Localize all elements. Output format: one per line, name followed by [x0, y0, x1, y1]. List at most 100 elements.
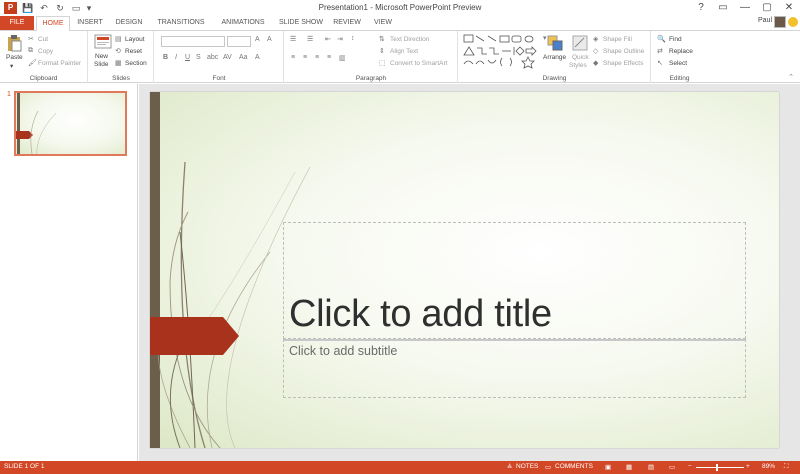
section-icon: ▦ [115, 60, 122, 67]
format-painter-button[interactable]: Format Painter [38, 60, 81, 67]
title-placeholder-text: Click to add title [289, 293, 552, 335]
tab-file[interactable]: FILE [0, 16, 34, 30]
arrange-icon[interactable] [547, 35, 563, 51]
tab-home[interactable]: HOME [36, 16, 70, 31]
select-button[interactable]: Select [669, 60, 687, 67]
convert-smartart-button[interactable]: Convert to SmartArt [390, 60, 447, 67]
align-left-icon[interactable]: ≡ [291, 54, 295, 61]
zoom-slider-thumb[interactable] [716, 464, 718, 471]
quick-styles-label-2[interactable]: Styles [569, 62, 587, 69]
tab-view[interactable]: VIEW [368, 16, 398, 30]
tab-review[interactable]: REVIEW [330, 16, 364, 30]
bold-icon[interactable]: B [163, 54, 168, 61]
new-slide-button[interactable]: New [95, 53, 108, 60]
underline-icon[interactable]: U [185, 54, 190, 61]
status-bar: SLIDE 1 OF 1 ≜ NOTES ▭ COMMENTS ▣ ▦ ▤ ▭ … [0, 461, 800, 474]
font-color-icon[interactable]: A [255, 54, 260, 61]
section-button[interactable]: Section [125, 60, 147, 67]
line-spacing-icon[interactable]: ↕ [351, 35, 355, 42]
new-slide-icon[interactable] [94, 34, 112, 50]
shape-effects-button[interactable]: Shape Effects [603, 60, 643, 67]
fit-slide-icon[interactable]: ⛶ [784, 463, 789, 471]
cut-button[interactable]: Cut [38, 36, 48, 43]
increase-indent-icon[interactable]: ⇥ [337, 35, 343, 43]
drawing-group: ▾ Arrange Quick Styles ◈ Shape Fill ◇ Sh… [459, 31, 651, 83]
comments-icon: ▭ [545, 464, 552, 471]
numbering-icon[interactable]: ☰ [307, 35, 313, 43]
text-direction-icon: ⇅ [379, 36, 385, 43]
zoom-slider[interactable] [696, 467, 744, 468]
layout-button[interactable]: Layout [125, 36, 145, 43]
new-slide-label-2[interactable]: Slide [94, 61, 108, 68]
notes-button[interactable]: NOTES [516, 463, 538, 470]
close-icon[interactable]: ✕ [778, 0, 800, 16]
paste-icon[interactable] [6, 34, 22, 52]
user-name[interactable]: Paul [758, 17, 772, 24]
title-placeholder[interactable]: Click to add title [283, 222, 746, 339]
align-center-icon[interactable]: ≡ [303, 54, 307, 61]
zoom-out-icon[interactable]: − [688, 463, 692, 470]
slide[interactable]: Click to add title Click to add subtitle [150, 92, 779, 448]
clear-formatting-icon[interactable]: A [267, 36, 272, 43]
paste-dropdown-icon[interactable]: ▾ [10, 62, 13, 70]
columns-icon[interactable]: ▥ [339, 54, 346, 62]
tab-design[interactable]: DESIGN [110, 16, 148, 30]
quick-styles-icon[interactable] [572, 35, 588, 51]
subtitle-placeholder[interactable]: Click to add subtitle [283, 339, 746, 398]
reading-view-icon[interactable]: ▤ [648, 463, 654, 471]
replace-button[interactable]: Replace [669, 48, 693, 55]
slide-number: 1 [7, 91, 11, 98]
shadow-icon[interactable]: S [196, 54, 201, 61]
normal-view-icon[interactable]: ▣ [605, 463, 611, 471]
align-text-button[interactable]: Align Text [390, 48, 418, 55]
grow-font-icon[interactable]: A [255, 36, 260, 43]
justify-icon[interactable]: ≡ [327, 54, 331, 61]
copy-button[interactable]: Copy [38, 48, 53, 55]
editing-group: 🔍 Find ⇄ Replace ↖ Select Editing [652, 31, 707, 83]
slideshow-icon[interactable]: ▭ [669, 463, 675, 471]
slide-count: SLIDE 1 OF 1 [4, 463, 45, 470]
strikethrough-icon[interactable]: abc [207, 54, 218, 61]
clipboard-group: Paste ▾ ✂ Cut ⧉ Copy 🖌 Format Painter Cl… [0, 31, 88, 83]
editing-group-label: Editing [669, 75, 690, 82]
italic-icon[interactable]: I [175, 54, 177, 61]
tab-insert[interactable]: INSERT [72, 16, 108, 30]
text-direction-button[interactable]: Text Direction [390, 36, 429, 43]
format-painter-icon: 🖌 [28, 60, 37, 67]
quick-styles-button[interactable]: Quick [572, 54, 589, 61]
paste-button[interactable]: Paste [6, 54, 23, 61]
collapse-ribbon-icon[interactable]: ⌃ [788, 73, 794, 81]
avatar[interactable] [774, 16, 786, 28]
zoom-in-icon[interactable]: + [746, 463, 750, 470]
minimize-icon[interactable]: — [734, 0, 756, 16]
align-right-icon[interactable]: ≡ [315, 54, 319, 61]
find-button[interactable]: Find [669, 36, 682, 43]
thumbnail-art [16, 93, 57, 154]
font-name-box[interactable] [161, 36, 225, 47]
change-case-icon[interactable]: Aa [239, 54, 248, 61]
tab-slide-show[interactable]: SLIDE SHOW [276, 16, 326, 30]
font-size-box[interactable] [227, 36, 251, 47]
shapes-more-icon[interactable]: ▾ [543, 34, 547, 42]
tab-animations[interactable]: ANIMATIONS [214, 16, 272, 30]
bullets-icon[interactable]: ☰ [290, 35, 296, 43]
find-icon: 🔍 [657, 36, 666, 43]
tab-transitions[interactable]: TRANSITIONS [152, 16, 210, 30]
help-icon[interactable]: ? [690, 0, 712, 16]
slide-sorter-icon[interactable]: ▦ [626, 463, 632, 471]
shape-outline-button[interactable]: Shape Outline [603, 48, 644, 55]
shape-fill-button[interactable]: Shape Fill [603, 36, 632, 43]
feedback-smiley-icon[interactable] [788, 17, 798, 27]
comments-button[interactable]: COMMENTS [555, 463, 593, 470]
decrease-indent-icon[interactable]: ⇤ [325, 35, 331, 43]
reset-button[interactable]: Reset [125, 48, 142, 55]
zoom-level[interactable]: 89% [762, 463, 775, 470]
maximize-icon[interactable]: ▢ [756, 0, 778, 16]
slide-thumbnail[interactable] [14, 91, 127, 156]
spacing-icon[interactable]: AV [223, 54, 232, 61]
ribbon-display-icon[interactable]: ▭ [712, 0, 734, 16]
shapes-gallery[interactable] [462, 33, 540, 69]
select-icon: ↖ [657, 60, 663, 67]
ribbon-tabs: FILE HOME INSERT DESIGN TRANSITIONS ANIM… [0, 16, 800, 31]
arrange-button[interactable]: Arrange [543, 54, 566, 61]
